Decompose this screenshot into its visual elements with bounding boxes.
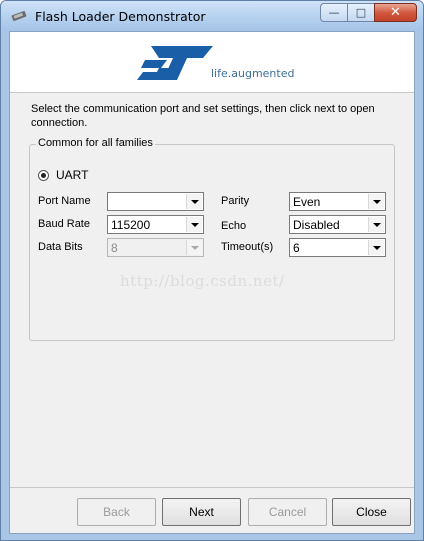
- data-bits-label: Data Bits: [38, 241, 83, 253]
- timeout-select[interactable]: 6: [289, 238, 386, 257]
- instructions-text: Select the communication port and set se…: [31, 103, 375, 129]
- timeout-label: Timeout(s): [221, 241, 274, 253]
- tagline: life.augmented: [211, 67, 295, 80]
- baud-rate-value: 115200: [111, 218, 151, 232]
- uart-radio[interactable]: [38, 170, 49, 181]
- window-controls: — □ ✕: [320, 3, 417, 22]
- parity-label: Parity: [221, 195, 250, 207]
- minimize-button[interactable]: —: [320, 3, 347, 22]
- watermark-text: http://blog.csdn.net/: [120, 272, 285, 290]
- window-title: Flash Loader Demonstrator: [35, 9, 206, 24]
- common-settings-group: Common for all families UART Port Name B…: [29, 137, 395, 341]
- chevron-down-icon[interactable]: [186, 194, 202, 209]
- banner: ST life.augmented: [10, 32, 414, 93]
- data-bits-value: 8: [111, 241, 118, 255]
- close-button[interactable]: Close: [332, 498, 411, 526]
- chevron-down-icon[interactable]: [368, 217, 384, 232]
- group-legend: Common for all families: [36, 137, 155, 149]
- dialog-body: ST life.augmented Select the communicati…: [9, 31, 415, 534]
- baud-rate-label: Baud Rate: [38, 218, 90, 230]
- echo-value: Disabled: [293, 218, 340, 232]
- chevron-down-icon: [186, 240, 202, 255]
- app-window: Flash Loader Demonstrator — □ ✕ ST life.…: [0, 0, 424, 541]
- echo-label: Echo: [221, 220, 247, 232]
- st-logo-icon: ST: [137, 46, 213, 80]
- parity-select[interactable]: Even: [289, 192, 386, 211]
- timeout-value: 6: [293, 241, 300, 255]
- back-button[interactable]: Back: [77, 498, 156, 526]
- chevron-down-icon[interactable]: [186, 217, 202, 232]
- port-name-label: Port Name: [38, 195, 91, 207]
- baud-rate-select[interactable]: 115200: [107, 215, 204, 234]
- close-window-button[interactable]: ✕: [374, 3, 417, 22]
- cancel-button[interactable]: Cancel: [248, 498, 327, 526]
- data-bits-select: 8: [107, 238, 204, 257]
- chevron-down-icon[interactable]: [368, 240, 384, 255]
- next-button[interactable]: Next: [162, 498, 241, 526]
- chevron-down-icon[interactable]: [368, 194, 384, 209]
- flash-loader-icon: [11, 11, 27, 21]
- parity-value: Even: [293, 195, 321, 209]
- title-bar[interactable]: Flash Loader Demonstrator — □ ✕: [1, 1, 423, 31]
- port-name-select[interactable]: [107, 192, 204, 211]
- maximize-button[interactable]: □: [347, 3, 374, 22]
- uart-label[interactable]: UART: [56, 168, 88, 182]
- button-bar: Back Next Cancel Close: [10, 487, 414, 534]
- echo-select[interactable]: Disabled: [289, 215, 386, 234]
